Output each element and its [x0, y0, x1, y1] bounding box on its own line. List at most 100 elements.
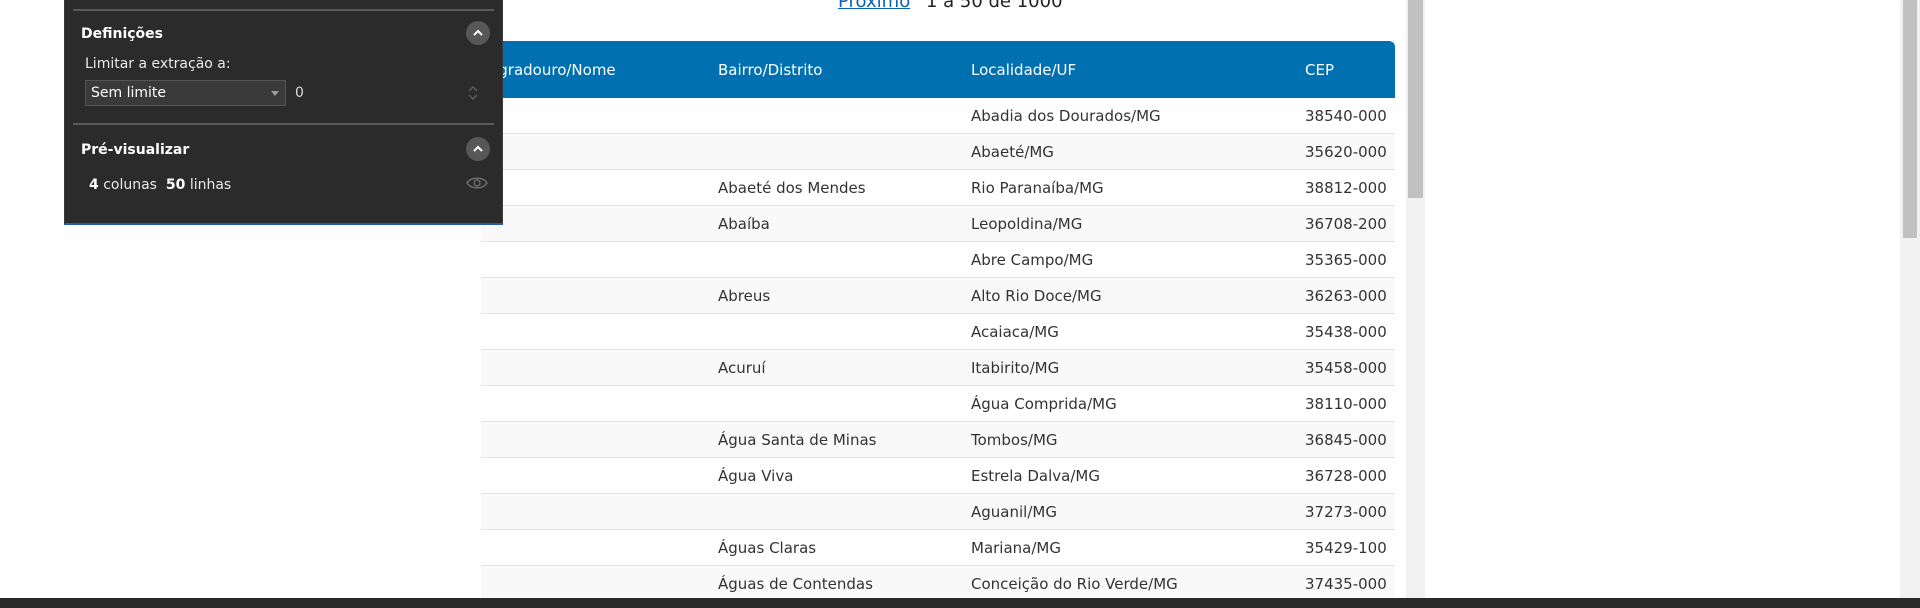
- cell-cep: 35620-000: [1305, 133, 1395, 170]
- cell-logradouro: [481, 349, 718, 386]
- cell-cep: 38812-000: [1305, 169, 1395, 206]
- bottom-bar: [0, 598, 1920, 608]
- pagination-line: Próximo 1 a 50 de 1000: [838, 0, 1063, 12]
- cell-bairro: [718, 241, 971, 278]
- cell-localidade: Alto Rio Doce/MG: [971, 277, 1305, 314]
- window-scrollbar[interactable]: [1900, 0, 1920, 598]
- cell-cep: 35365-000: [1305, 241, 1395, 278]
- cell-logradouro: [481, 98, 718, 134]
- limit-label: Limitar a extração a:: [85, 56, 231, 72]
- cell-localidade: Aguanil/MG: [971, 493, 1305, 530]
- cell-localidade: Conceição do Rio Verde/MG: [971, 565, 1305, 602]
- table-row: Abre Campo/MG 35365-000: [481, 241, 1395, 278]
- cell-localidade: Abaeté/MG: [971, 133, 1305, 170]
- cell-bairro: Acuruí: [718, 349, 971, 386]
- table-row: Acuruí Itabirito/MG 35458-000: [481, 349, 1395, 386]
- cell-bairro: [718, 133, 971, 170]
- cell-cep: 38110-000: [1305, 385, 1395, 422]
- cell-bairro: Abreus: [718, 277, 971, 314]
- cell-bairro: [718, 385, 971, 422]
- columns-count: 4: [89, 177, 99, 193]
- cell-localidade: Estrela Dalva/MG: [971, 457, 1305, 494]
- cell-cep: 35438-000: [1305, 313, 1395, 350]
- cell-logradouro: [481, 457, 718, 494]
- table-row: Abaíba Leopoldina/MG 36708-200: [481, 205, 1395, 242]
- table-header-row: Logradouro/Nome Bairro/Distrito Localida…: [481, 41, 1395, 98]
- settings-title: Definições: [81, 26, 164, 42]
- columns-word: colunas: [103, 177, 157, 193]
- cell-bairro: Abaeté dos Mendes: [718, 169, 971, 206]
- next-page-link[interactable]: Próximo: [838, 0, 910, 12]
- chevron-up-icon: [473, 145, 483, 152]
- cell-logradouro: [481, 241, 718, 278]
- cell-bairro: [718, 98, 971, 134]
- cell-logradouro: [481, 133, 718, 170]
- cell-localidade: Abre Campo/MG: [971, 241, 1305, 278]
- cell-logradouro: [481, 385, 718, 422]
- rows-count: 50: [165, 177, 186, 193]
- cell-bairro: [718, 493, 971, 530]
- limit-number-value: 0: [295, 85, 304, 101]
- table-row: Água Santa de Minas Tombos/MG 36845-000: [481, 421, 1395, 458]
- rows-word: linhas: [189, 177, 232, 193]
- table-row: Água Viva Estrela Dalva/MG 36728-000: [481, 457, 1395, 494]
- cell-cep: 37435-000: [1305, 565, 1395, 602]
- table-row: Águas Claras Mariana/MG 35429-100: [481, 529, 1395, 566]
- cell-localidade: Itabirito/MG: [971, 349, 1305, 386]
- cell-cep: 36728-000: [1305, 457, 1395, 494]
- cell-cep: 36845-000: [1305, 421, 1395, 458]
- column-header-logradouro: Logradouro/Nome: [481, 41, 718, 98]
- cell-logradouro: [481, 529, 718, 566]
- table-row: Aguanil/MG 37273-000: [481, 493, 1395, 530]
- cell-localidade: Tombos/MG: [971, 421, 1305, 458]
- column-header-localidade: Localidade/UF: [971, 41, 1305, 98]
- spinner-icon[interactable]: [468, 84, 478, 102]
- cell-localidade: Acaiaca/MG: [971, 313, 1305, 350]
- cell-logradouro: [481, 169, 718, 206]
- cell-cep: 37273-000: [1305, 493, 1395, 530]
- table-row: Acaiaca/MG 35438-000: [481, 313, 1395, 350]
- cell-localidade: Água Comprida/MG: [971, 385, 1305, 422]
- preview-title: Pré-visualizar: [81, 142, 190, 158]
- caret-down-icon: [271, 91, 279, 96]
- results-table: Logradouro/Nome Bairro/Distrito Localida…: [481, 41, 1395, 602]
- cell-bairro: Águas Claras: [718, 529, 971, 566]
- table-row: Abadia dos Dourados/MG 38540-000: [481, 98, 1395, 134]
- table-body: Abadia dos Dourados/MG 38540-000 Abaeté/MG…: [481, 98, 1395, 602]
- limit-select[interactable]: Sem limite: [85, 80, 286, 106]
- cell-bairro: Águas de Contendas: [718, 565, 971, 602]
- pagination-range: 1 a 50 de 1000: [925, 0, 1063, 12]
- content-scrollbar[interactable]: [1406, 0, 1425, 598]
- cell-bairro: Água Santa de Minas: [718, 421, 971, 458]
- cell-localidade: Mariana/MG: [971, 529, 1305, 566]
- settings-collapse-button[interactable]: [466, 21, 490, 45]
- cell-bairro: Abaíba: [718, 205, 971, 242]
- cell-localidade: Abadia dos Dourados/MG: [971, 98, 1305, 134]
- cell-cep: 38540-000: [1305, 98, 1395, 134]
- cell-logradouro: [481, 421, 718, 458]
- cell-cep: 35458-000: [1305, 349, 1395, 386]
- limit-number-input[interactable]: 0: [289, 80, 486, 106]
- cell-localidade: Leopoldina/MG: [971, 205, 1305, 242]
- limit-select-value: Sem limite: [91, 85, 166, 101]
- cell-logradouro: [481, 493, 718, 530]
- cell-logradouro: [481, 205, 718, 242]
- cell-cep: 36263-000: [1305, 277, 1395, 314]
- table-row: Abaeté dos Mendes Rio Paranaíba/MG 38812-0…: [481, 169, 1395, 206]
- table-row: Água Comprida/MG 38110-000: [481, 385, 1395, 422]
- window-scrollbar-thumb[interactable]: [1903, 0, 1917, 238]
- cell-logradouro: [481, 565, 718, 602]
- table-row: Águas de Contendas Conceição do Rio Verde…: [481, 565, 1395, 602]
- table-row: Abaeté/MG 35620-000: [481, 133, 1395, 170]
- preview-stats: 4 colunas 50 linhas: [89, 177, 231, 193]
- cell-logradouro: [481, 313, 718, 350]
- eye-icon[interactable]: [466, 175, 488, 191]
- chevron-up-icon: [473, 29, 483, 36]
- panel-divider: [73, 9, 494, 11]
- cell-logradouro: [481, 277, 718, 314]
- cell-cep: 35429-100: [1305, 529, 1395, 566]
- content-scrollbar-thumb[interactable]: [1408, 0, 1423, 198]
- column-header-bairro: Bairro/Distrito: [718, 41, 971, 98]
- preview-collapse-button[interactable]: [466, 137, 490, 161]
- table-row: Abreus Alto Rio Doce/MG 36263-000: [481, 277, 1395, 314]
